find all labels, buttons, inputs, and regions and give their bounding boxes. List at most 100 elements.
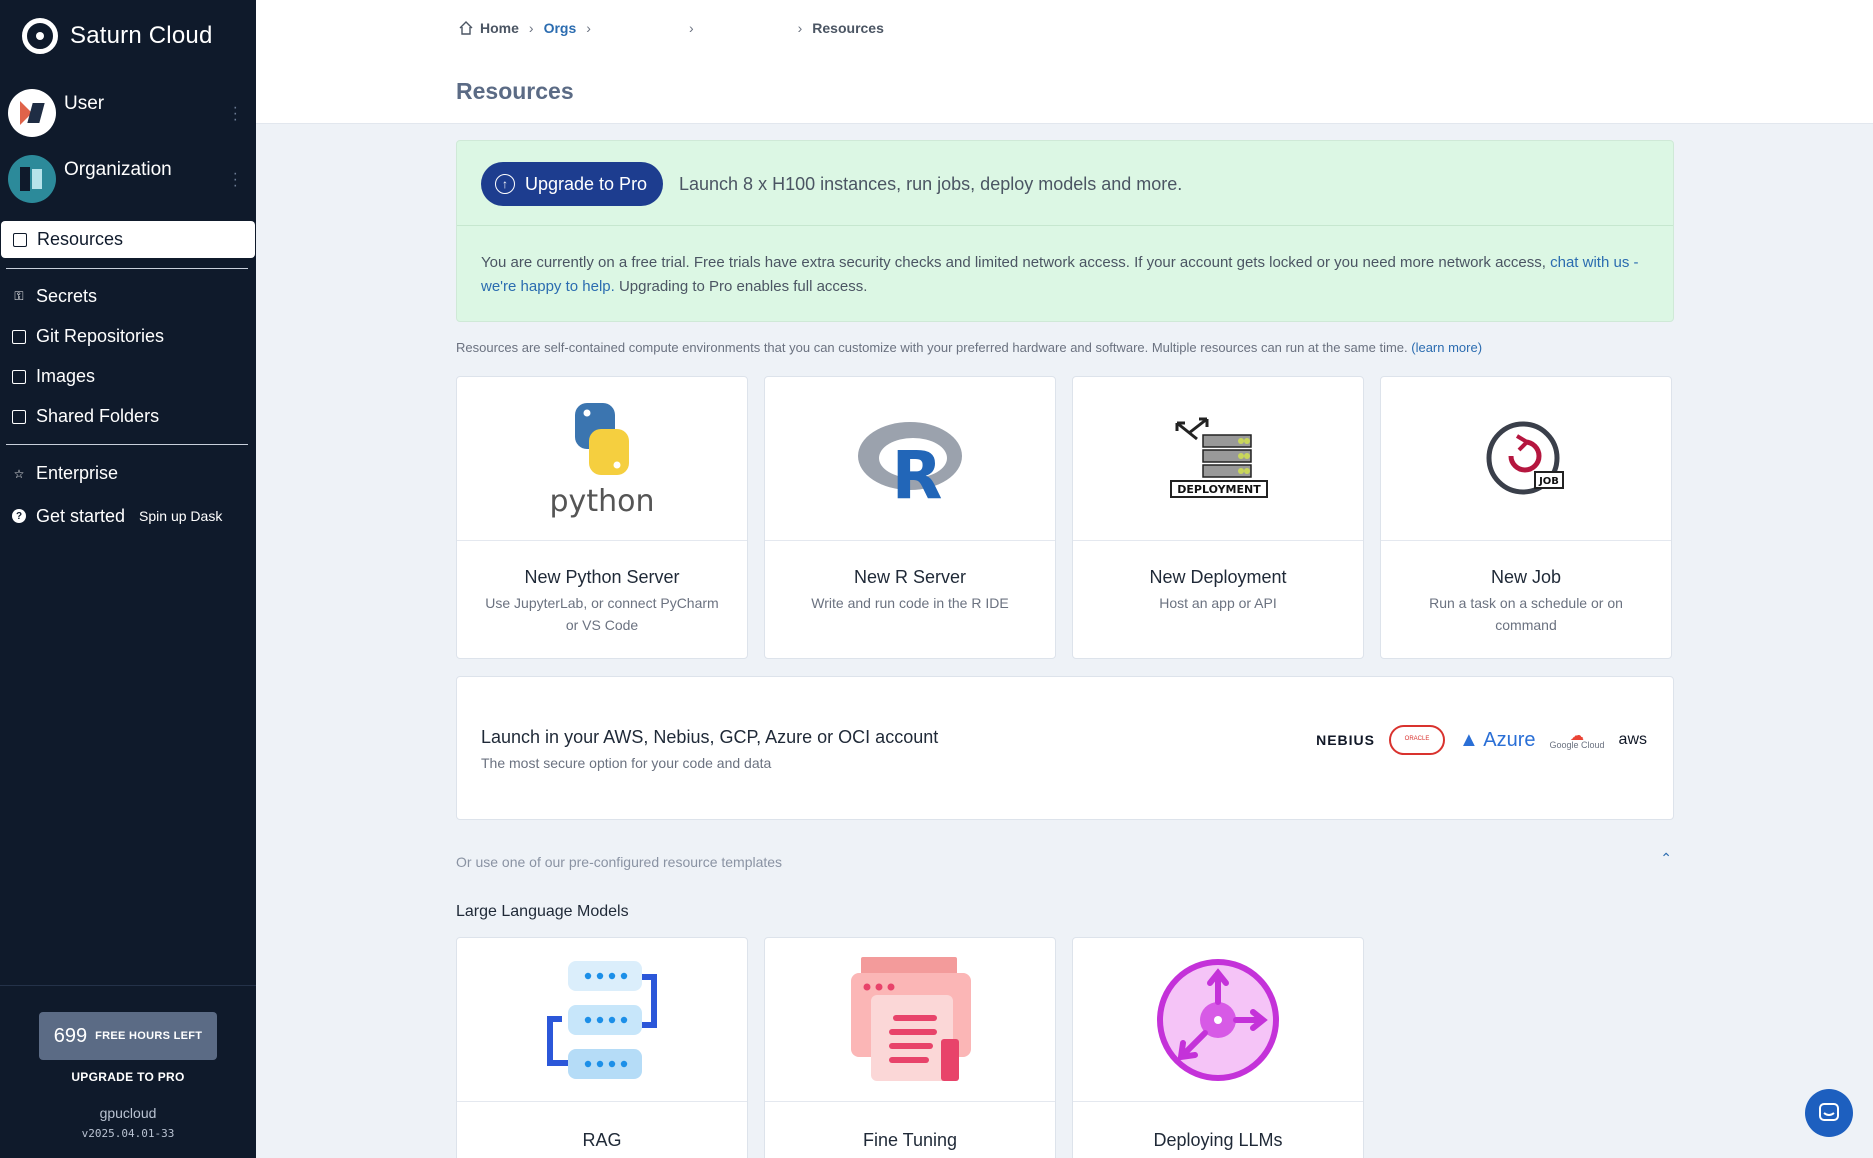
sidebar-footer: 699 FREE HOURS LEFT UPGRADE TO PRO gpucl… bbox=[0, 985, 256, 1158]
sidebar-item-label: Images bbox=[36, 366, 96, 386]
free-hours-badge: 699 FREE HOURS LEFT bbox=[39, 1012, 217, 1060]
svg-text:JOB: JOB bbox=[1538, 476, 1559, 487]
python-logo-icon: python bbox=[550, 402, 655, 519]
svg-text:R: R bbox=[892, 437, 943, 504]
sidebar-item-resources[interactable]: Resources bbox=[1, 221, 255, 258]
chevron-right-icon: › bbox=[797, 20, 803, 36]
page-title: Resources bbox=[456, 78, 574, 104]
sidebar-item-git-repositories[interactable]: Git Repositories bbox=[12, 326, 164, 347]
sidebar-item-images[interactable]: Images bbox=[12, 366, 95, 387]
fine-tuning-icon bbox=[851, 956, 971, 1081]
deploying-llms-icon bbox=[1157, 958, 1279, 1081]
breadcrumb-orgs[interactable]: Orgs bbox=[544, 20, 577, 36]
brand[interactable]: Saturn Cloud bbox=[22, 18, 213, 54]
card-title: Deploying LLMs bbox=[1153, 1130, 1283, 1150]
sidebar-item-enterprise[interactable]: ☆ Enterprise bbox=[12, 463, 118, 484]
card-title: New Job bbox=[1490, 567, 1562, 587]
sidebar-item-get-started[interactable]: ? Get started Spin up Dask bbox=[12, 505, 227, 527]
key-icon: ⚿ bbox=[14, 289, 24, 303]
divider bbox=[6, 444, 248, 445]
org-name: Organization bbox=[64, 159, 172, 180]
chevron-right-icon: › bbox=[528, 20, 534, 36]
cloud-title: Launch in your AWS, Nebius, GCP, Azure o… bbox=[481, 727, 939, 747]
sidebar-item-label: Enterprise bbox=[36, 463, 119, 483]
free-hours-label: FREE HOURS LEFT bbox=[95, 1030, 203, 1042]
sidebar-item-label: Resources bbox=[37, 229, 124, 249]
card-title: New Deployment bbox=[1149, 567, 1287, 587]
organization-account[interactable]: Organization · · · bbox=[8, 155, 252, 205]
breadcrumb-current: Resources bbox=[812, 20, 884, 36]
svg-text:DEPLOYMENT: DEPLOYMENT bbox=[1177, 483, 1261, 496]
r-logo-icon: R bbox=[858, 421, 962, 504]
trial-notice: You are currently on a free trial. Free … bbox=[481, 254, 1639, 295]
oracle-logo-icon: ORACLE bbox=[1389, 725, 1445, 755]
breadcrumb: Home › Orgs › › › Resources bbox=[458, 20, 884, 36]
aws-logo-icon: aws bbox=[1618, 731, 1647, 748]
learn-more-link[interactable]: (learn more) bbox=[1411, 340, 1482, 355]
sidebar-item-label: Shared Folders bbox=[36, 406, 160, 426]
sidebar: Saturn Cloud User · · · Organization · · · R… bbox=[0, 0, 256, 1158]
template-card-deploying-llms[interactable]: Deploying LLMs bbox=[1072, 937, 1364, 1158]
launch-in-cloud-card[interactable]: Launch in your AWS, Nebius, GCP, Azure o… bbox=[456, 676, 1674, 820]
new-job-card[interactable]: JOB New Job Run a task on a schedule or … bbox=[1380, 376, 1672, 659]
templates-label: Or use one of our pre-configured resourc… bbox=[456, 854, 783, 870]
folder-icon bbox=[12, 409, 26, 424]
arrow-up-icon: ↑ bbox=[495, 174, 515, 194]
cloud-subtitle: The most secure option for your code and… bbox=[481, 755, 772, 771]
card-description: Use JupyterLab, or connect PyCharm or VS… bbox=[485, 595, 719, 633]
sidebar-item-secrets[interactable]: ⚿ Secrets bbox=[12, 286, 97, 307]
cloud-provider-logos: NEBIUS ORACLE ▲ Azure ☁ Google Cloud aws bbox=[1316, 725, 1647, 755]
upgrade-banner: ↑ Upgrade to Pro Launch 8 x H100 instanc… bbox=[456, 140, 1674, 322]
new-r-server-card[interactable]: R New R Server Write and run code in the… bbox=[764, 376, 1056, 659]
new-deployment-card[interactable]: DEPLOYMENT New Deployment Host an app or… bbox=[1072, 376, 1364, 659]
card-description: Host an app or API bbox=[1159, 595, 1277, 611]
chevron-right-icon: › bbox=[586, 20, 591, 36]
job-icon: JOB bbox=[1486, 421, 1564, 494]
org-menu-icon[interactable]: · · · bbox=[233, 166, 238, 194]
app-version: v2025.04.01-33 bbox=[81, 1127, 175, 1140]
deployment-icon: DEPLOYMENT bbox=[1170, 417, 1268, 498]
free-hours-count: 699 bbox=[53, 1024, 88, 1047]
upgrade-to-pro-link[interactable]: UPGRADE TO PRO bbox=[0, 1070, 256, 1084]
sidebar-item-shared-folders[interactable]: Shared Folders bbox=[12, 406, 159, 427]
image-icon bbox=[12, 369, 26, 384]
new-python-server-card[interactable]: python New Python Server Use JupyterLab,… bbox=[456, 376, 748, 659]
page-header: Home › Orgs › › › Resources Resources bbox=[256, 0, 1873, 124]
sidebar-item-label: Secrets bbox=[36, 286, 98, 306]
card-description: Write and run code in the R IDE bbox=[811, 595, 1009, 611]
google-cloud-logo-icon: ☁ Google Cloud bbox=[1549, 727, 1605, 750]
code-icon bbox=[12, 329, 26, 344]
resources-intro: Resources are self-contained compute env… bbox=[456, 340, 1483, 355]
help-icon: ? bbox=[12, 509, 26, 523]
section-title-llm: Large Language Models bbox=[456, 903, 629, 920]
card-title: RAG bbox=[582, 1130, 622, 1150]
upgrade-to-pro-button[interactable]: ↑ Upgrade to Pro bbox=[481, 162, 663, 206]
resources-icon bbox=[13, 232, 27, 247]
card-title: New R Server bbox=[853, 567, 967, 587]
template-card-fine-tuning[interactable]: Fine Tuning bbox=[764, 937, 1056, 1158]
sidebar-item-label: Get started bbox=[36, 505, 126, 526]
nebius-logo-icon: NEBIUS bbox=[1316, 732, 1375, 748]
star-icon: ☆ bbox=[13, 466, 25, 481]
chevron-right-icon: › bbox=[688, 20, 694, 36]
rag-icon bbox=[547, 960, 657, 1079]
card-description: Run a task on a schedule or on command bbox=[1429, 595, 1623, 633]
home-icon bbox=[459, 21, 473, 35]
sidebar-item-label: Git Repositories bbox=[36, 326, 165, 346]
svg-text:python: python bbox=[550, 484, 655, 519]
user-account[interactable]: User · · · bbox=[8, 89, 252, 139]
template-card-rag[interactable]: RAG bbox=[456, 937, 748, 1158]
card-title: Fine Tuning bbox=[862, 1130, 958, 1150]
spin-up-dask-link[interactable]: Spin up Dask bbox=[135, 505, 227, 527]
footer-username: gpucloud bbox=[99, 1105, 157, 1121]
user-menu-icon[interactable]: · · · bbox=[233, 100, 238, 128]
chat-launcher-button[interactable] bbox=[1805, 1089, 1853, 1137]
user-name: User bbox=[64, 93, 105, 114]
divider bbox=[6, 268, 248, 269]
org-avatar bbox=[8, 155, 56, 203]
chevron-up-icon[interactable]: ⌃ bbox=[1660, 850, 1672, 867]
breadcrumb-home[interactable]: Home bbox=[458, 20, 519, 36]
chat-icon bbox=[1819, 1103, 1839, 1121]
promo-tagline: Launch 8 x H100 instances, run jobs, dep… bbox=[679, 174, 1183, 194]
brand-name: Saturn Cloud bbox=[70, 22, 213, 49]
